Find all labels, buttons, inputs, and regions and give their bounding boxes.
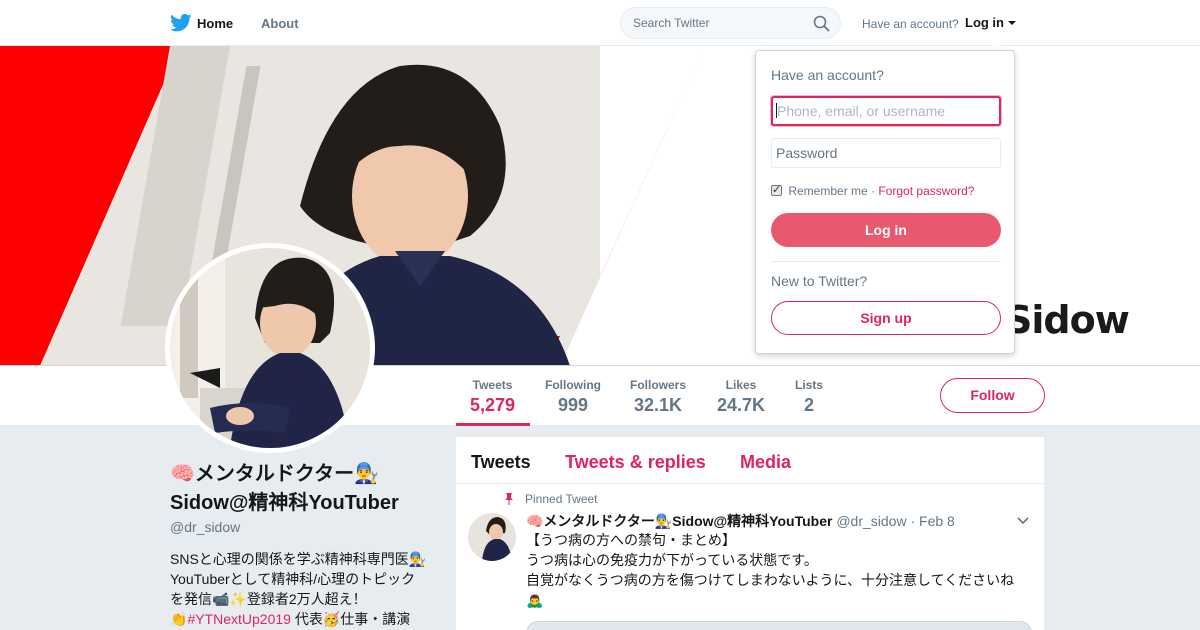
divider	[771, 261, 1001, 262]
bio-line: を発信📹✨登録者2万人超え！	[170, 591, 367, 607]
search-icon[interactable]	[813, 15, 830, 32]
caret-down-icon[interactable]	[1008, 21, 1016, 25]
bio-emoji: 👏	[170, 611, 188, 627]
search-box[interactable]: Search Twitter	[620, 7, 841, 39]
forgot-password-link[interactable]: Forgot password?	[878, 184, 974, 198]
tweet-line: 自覚がなくうつ病の方を傷つけてしまわないように、十分注意してくださいね	[526, 572, 1015, 588]
have-account-text: Have an account?	[862, 17, 959, 31]
stat-label: Following	[545, 378, 601, 392]
search-input[interactable]: Search Twitter	[633, 16, 709, 30]
banner-overlay-text: Sidow	[1005, 298, 1130, 342]
bio-line: SNSと心理の関係を学ぶ精神科専門医👨‍🔧	[170, 551, 427, 567]
stat-label: Followers	[630, 378, 687, 392]
tweet-line: 【うつ病の方への禁句・まとめ】	[526, 532, 736, 548]
remember-me-label[interactable]: Remember me	[788, 184, 867, 198]
avatar-image	[170, 248, 370, 448]
remember-me-row: Remember me · Forgot password?	[771, 183, 974, 198]
stat-tweets[interactable]: Tweets 5,279	[470, 378, 515, 416]
login-dropdown-toggle[interactable]: Log in	[965, 15, 1004, 30]
stat-label: Lists	[795, 378, 824, 392]
profile-avatar[interactable]	[165, 243, 375, 453]
username-field[interactable]: Phone, email, or username	[771, 96, 1001, 126]
stat-label: Tweets	[472, 378, 513, 392]
tweet-date[interactable]: Feb 8	[919, 513, 955, 529]
stat-lists[interactable]: Lists 2	[795, 378, 823, 416]
login-button[interactable]: Log in	[771, 213, 1001, 247]
timeline-tabs: Tweets Tweets & replies Media	[456, 437, 1044, 484]
tweet-separator: ·	[910, 513, 920, 529]
chevron-down-icon[interactable]	[1017, 517, 1029, 525]
stat-value: 999	[557, 395, 589, 415]
tweet-author-handle[interactable]: @dr_sidow	[836, 513, 906, 529]
active-tab-underline	[456, 423, 530, 426]
tweets-timeline: Tweets Tweets & replies Media Pinned Twe…	[456, 437, 1044, 630]
bio-text: 代表🥳仕事・講演	[290, 611, 411, 627]
stat-value: 2	[804, 395, 815, 415]
login-dropdown-title: Have an account?	[771, 67, 884, 83]
tweet-avatar[interactable]	[468, 513, 516, 561]
stat-value: 5,279	[470, 395, 516, 415]
twitter-bird-icon[interactable]	[170, 13, 192, 33]
password-field[interactable]: Password	[771, 138, 1001, 168]
tweet-author-name[interactable]: 🧠メンタルドクター👨‍🔧Sidow@精神科YouTuber	[526, 513, 832, 529]
stat-label: Likes	[725, 378, 757, 392]
tab-tweets[interactable]: Tweets	[471, 452, 531, 473]
signup-button[interactable]: Sign up	[771, 301, 1001, 335]
tab-tweets-and-replies[interactable]: Tweets & replies	[565, 452, 706, 473]
separator-dot: ·	[867, 184, 879, 198]
pin-icon	[505, 493, 513, 505]
bio-line: 👏#YTNextUp2019 代表🥳仕事・講演	[170, 609, 432, 629]
remember-me-checkbox[interactable]	[771, 183, 782, 196]
tweet-text: 【うつ病の方への禁句・まとめ】 うつ病は心の免疫力が下がっている状態です。 自覚…	[526, 530, 1026, 610]
username-placeholder: Phone, email, or username	[777, 103, 946, 119]
stat-followers[interactable]: Followers 32.1K	[630, 378, 686, 416]
stat-value: 32.1K	[633, 395, 683, 415]
login-dropdown: Have an account? Phone, email, or userna…	[755, 50, 1015, 354]
nav-home-link[interactable]: Home	[197, 16, 233, 31]
tweet-header: 🧠メンタルドクター👨‍🔧Sidow@精神科YouTuber @dr_sidow …	[526, 511, 955, 531]
nav-about-link[interactable]: About	[261, 16, 299, 31]
stat-following[interactable]: Following 999	[545, 378, 601, 416]
follow-button[interactable]: Follow	[940, 378, 1045, 413]
profile-display-name: 🧠メンタルドクター👨‍🔧Sidow@精神科YouTuber	[170, 463, 399, 514]
bio-line: YouTuberとして精神科/心理のトピック	[170, 571, 416, 587]
tweet-media-card[interactable]	[526, 621, 1032, 630]
profile-handle[interactable]: @dr_sidow	[170, 519, 240, 535]
password-placeholder: Password	[776, 145, 838, 161]
tweet-line: うつ病は心の免疫力が下がっている状態です。	[526, 552, 818, 568]
new-to-twitter-text: New to Twitter?	[771, 273, 868, 289]
stat-likes[interactable]: Likes 24.7K	[717, 378, 765, 416]
tab-media[interactable]: Media	[740, 452, 791, 473]
stat-value: 24.7K	[717, 395, 766, 415]
pinned-tweet-label: Pinned Tweet	[525, 492, 598, 506]
tweet-line: 🙇‍♂️	[526, 592, 544, 608]
profile-bio: SNSと心理の関係を学ぶ精神科専門医👨‍🔧 YouTuberとして精神科/心理の…	[170, 549, 432, 629]
bio-hashtag-link[interactable]: #YTNextUp2019	[187, 611, 291, 627]
top-navigation-bar: Home About Search Twitter Have an accoun…	[0, 0, 1200, 46]
